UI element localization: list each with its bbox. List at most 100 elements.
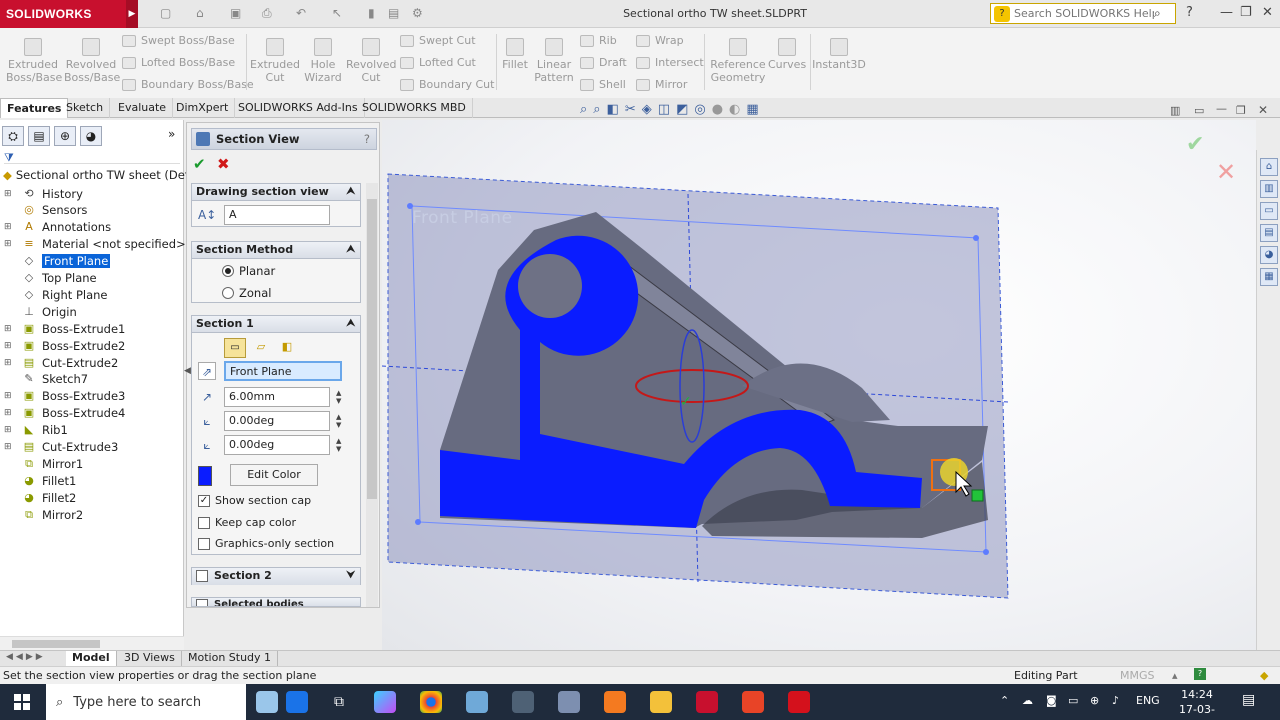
tree-expand-icon[interactable]: ⊞ <box>4 324 14 334</box>
tab-addins[interactable]: SOLIDWORKS Add-Ins <box>232 98 365 118</box>
collapse-icon[interactable]: ⮝ <box>347 242 356 258</box>
tree-item-fillet2[interactable]: ◕ Fillet2 <box>4 489 76 506</box>
reference-geometry-button[interactable]: Reference Geometry <box>708 32 768 84</box>
tree-item-top-plane[interactable]: ◇ Top Plane <box>4 270 97 287</box>
tree-item-front-plane[interactable]: ◇ Front Plane <box>4 253 111 270</box>
tab-3d-views[interactable]: 3D Views <box>118 651 182 666</box>
draft-button[interactable]: Draft <box>580 56 627 69</box>
tab-model[interactable]: Model <box>66 651 117 666</box>
viewport-tile-icon[interactable]: ▥ <box>1170 104 1180 117</box>
search-highlight-app-icon[interactable] <box>256 691 278 713</box>
tab-scroll-arrows-icon[interactable]: ◀◀▶▶ <box>6 652 46 662</box>
tree-expand-icon[interactable]: ⊞ <box>4 358 14 368</box>
tree-expand-icon[interactable]: ⊞ <box>4 341 14 351</box>
tree-expand-icon[interactable]: ⊞ <box>4 442 14 452</box>
offset-spinner[interactable]: ▲ ▼ <box>336 389 346 405</box>
configuration-manager-tab-icon[interactable]: ⊕ <box>54 126 76 146</box>
revolved-cut-button[interactable]: Revolved Cut <box>346 32 396 84</box>
tree-item-origin[interactable]: ⊥ Origin <box>4 303 77 320</box>
group-header[interactable]: Section 2 ⮟ <box>192 568 360 585</box>
property-manager-tab-icon[interactable]: ▤ <box>28 126 50 146</box>
tree-expand-icon[interactable]: ⊞ <box>4 391 14 401</box>
tree-root-part[interactable]: ◆ Sectional ortho TW sheet (Defau <box>3 168 203 182</box>
tree-item-rib1[interactable]: ⊞ ◣ Rib1 <box>4 422 68 439</box>
lofted-cut-button[interactable]: Lofted Cut <box>400 56 476 69</box>
undo-icon[interactable]: ↶ <box>296 6 306 22</box>
lofted-boss-button[interactable]: Lofted Boss/Base <box>122 56 235 69</box>
tree-item-history[interactable]: ⊞ ⟲ History <box>4 185 83 202</box>
tree-expand-icon[interactable]: ⊞ <box>4 408 14 418</box>
tree-item-cut-extrude3[interactable]: ⊞ ▤ Cut-Extrude3 <box>4 439 118 456</box>
plane-corner-handle[interactable] <box>983 549 989 555</box>
solidworks-logo[interactable]: SOLIDWORKS <box>0 0 126 28</box>
help-dropdown-icon[interactable]: ? <box>1186 5 1193 20</box>
logo-menu-arrow-icon[interactable]: ▶ <box>126 0 138 28</box>
rib-button[interactable]: Rib <box>580 34 617 47</box>
top-plane-option-icon[interactable]: ▱ <box>250 338 272 358</box>
scrollbar-thumb[interactable] <box>367 199 377 499</box>
tree-item-material-not-specified[interactable]: ⊞ ≡ Material <not specified> <box>4 236 186 253</box>
tray-expand-icon[interactable]: ⌃ <box>1000 694 1009 707</box>
autocad-icon[interactable] <box>788 691 810 713</box>
units-menu-icon[interactable]: ▴ <box>1172 667 1178 684</box>
hide-show-items-icon[interactable]: ◎ <box>694 102 705 120</box>
tree-item-mirror1[interactable]: ⧉ Mirror1 <box>4 455 83 472</box>
restore-icon[interactable]: ❐ <box>1240 5 1252 20</box>
camera-icon[interactable] <box>512 691 534 713</box>
section-view-icon[interactable]: ✂ <box>625 102 636 120</box>
file-properties-icon[interactable]: ▤ <box>388 6 399 22</box>
group-header[interactable]: Selected bodies <box>192 598 360 606</box>
extruded-cut-button[interactable]: Extruded Cut <box>250 32 300 84</box>
hole-wizard-button[interactable]: Hole Wizard <box>300 32 346 84</box>
select-icon[interactable]: ↖ <box>332 6 342 22</box>
tab-evaluate[interactable]: Evaluate <box>112 98 174 118</box>
tree-filter[interactable]: ⧩ <box>4 150 180 164</box>
y-rotation-spinner[interactable]: ▲ ▼ <box>336 437 346 453</box>
viewport-restore-icon[interactable]: ❐ <box>1236 104 1246 117</box>
rebuild-icon[interactable]: ▮ <box>368 6 375 22</box>
design-library-icon[interactable]: ▥ <box>1260 180 1278 198</box>
tab-mbd[interactable]: SOLIDWORKS MBD <box>356 98 473 118</box>
app-icon[interactable] <box>742 691 764 713</box>
app-icon[interactable] <box>558 691 580 713</box>
network-icon[interactable]: ⊕ <box>1090 694 1099 707</box>
new-document-icon[interactable]: ▢ <box>160 6 171 22</box>
custom-properties-icon[interactable]: ▦ <box>1260 268 1278 286</box>
chrome-icon[interactable] <box>420 691 442 713</box>
file-explorer-icon[interactable] <box>650 691 672 713</box>
help-search[interactable]: ? ⌕ <box>990 3 1176 24</box>
apply-scene-icon[interactable]: ◐ <box>729 102 740 120</box>
solidworks-taskbar-icon[interactable] <box>696 691 718 713</box>
tree-item-sensors[interactable]: ◎ Sensors <box>4 202 87 219</box>
rebuild-status-icon[interactable]: ? <box>1194 668 1206 680</box>
group-header[interactable]: Section Method ⮝ <box>192 242 360 259</box>
zoom-to-fit-icon[interactable]: ⌕ <box>580 102 587 120</box>
plane-corner-handle[interactable] <box>415 519 421 525</box>
tree-expand-icon[interactable]: ⊞ <box>4 425 14 435</box>
front-plane-option-icon[interactable]: ▭ <box>224 338 246 358</box>
ok-check-icon[interactable]: ✔ <box>193 155 206 173</box>
boundary-cut-button[interactable]: Boundary Cut <box>400 78 494 91</box>
fillet-button[interactable]: Fillet <box>498 32 532 71</box>
feature-manager-tab-icon[interactable]: ⛭ <box>2 126 24 146</box>
solidworks-resources-icon[interactable]: ⌂ <box>1260 158 1278 176</box>
display-style-icon[interactable]: ◩ <box>676 102 688 120</box>
y-rotation-input[interactable]: 0.00deg <box>224 435 330 455</box>
tree-horizontal-scrollbar[interactable] <box>0 636 184 650</box>
minimize-icon[interactable]: — <box>1220 5 1233 20</box>
tab-motion-study[interactable]: Motion Study 1 <box>182 651 279 666</box>
shell-button[interactable]: Shell <box>580 78 626 91</box>
tag-icon[interactable]: ◆ <box>1260 667 1268 684</box>
part-model-graphic[interactable]: ✓ <box>382 120 1256 650</box>
tab-features[interactable]: Features <box>0 98 69 118</box>
print-icon[interactable]: ⎙ <box>262 6 272 22</box>
viewport-minimize-icon[interactable]: ▭ <box>1194 104 1204 117</box>
cancel-x-icon[interactable]: ✖ <box>217 155 230 173</box>
collapse-icon[interactable]: ⮝ <box>347 316 356 332</box>
collapse-icon[interactable]: ⮝ <box>347 184 356 200</box>
taskbar-clock[interactable]: 14:24 17-03-2025 <box>1168 687 1226 720</box>
revolved-boss-button[interactable]: Revolved Boss/Base <box>64 32 120 84</box>
zoom-to-area-icon[interactable]: ⌕ <box>593 102 600 120</box>
offset-distance-input[interactable]: 6.00mm <box>224 387 330 407</box>
right-plane-option-icon[interactable]: ◧ <box>276 338 298 358</box>
